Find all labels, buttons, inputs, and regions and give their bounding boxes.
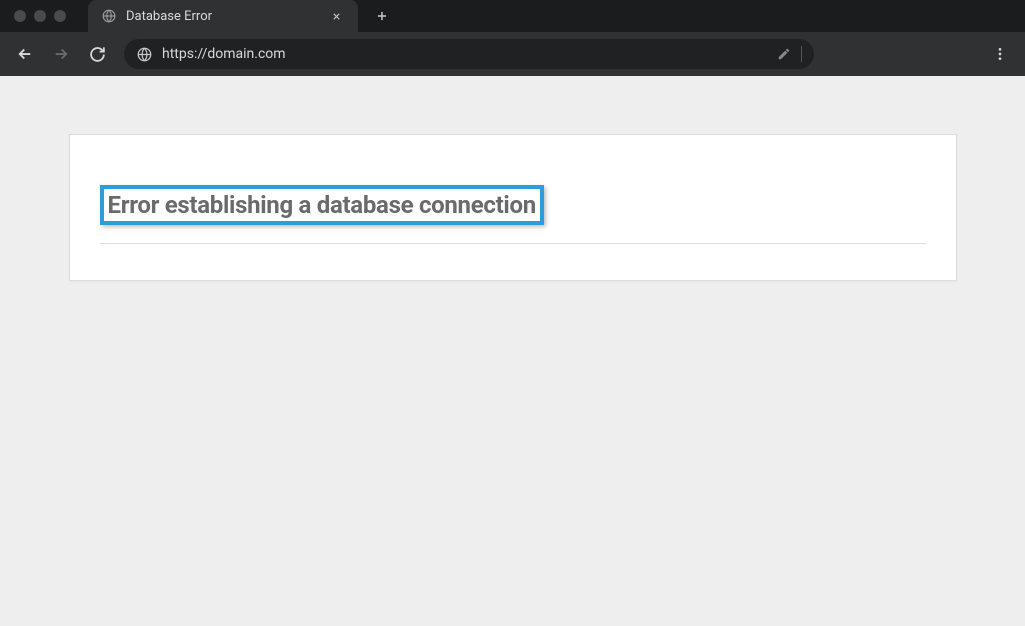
- new-tab-button[interactable]: [368, 2, 396, 30]
- forward-button[interactable]: [46, 39, 76, 69]
- divider-line: [100, 243, 926, 244]
- pencil-icon[interactable]: [777, 47, 791, 61]
- url-text: https://domain.com: [162, 46, 767, 62]
- window-maximize-dot[interactable]: [54, 10, 66, 22]
- back-button[interactable]: [10, 39, 40, 69]
- reload-button[interactable]: [82, 39, 112, 69]
- divider: [801, 46, 802, 62]
- window-close-dot[interactable]: [14, 10, 26, 22]
- browser-tab[interactable]: Database Error: [88, 0, 358, 32]
- error-card: Error establishing a database connection: [69, 134, 957, 281]
- address-bar-actions: [777, 46, 802, 62]
- window-minimize-dot[interactable]: [34, 10, 46, 22]
- close-icon[interactable]: [328, 8, 344, 24]
- page-viewport: Error establishing a database connection: [0, 76, 1025, 626]
- tab-bar: Database Error: [0, 0, 1025, 32]
- site-info-icon[interactable]: [136, 46, 152, 62]
- address-bar[interactable]: https://domain.com: [124, 39, 814, 69]
- browser-chrome: Database Error: [0, 0, 1025, 76]
- window-controls: [0, 10, 80, 22]
- tab-title: Database Error: [126, 9, 318, 24]
- toolbar: https://domain.com: [0, 32, 1025, 76]
- browser-menu-button[interactable]: [985, 39, 1015, 69]
- error-heading-highlight: Error establishing a database connection: [100, 185, 544, 225]
- globe-icon: [102, 9, 116, 23]
- error-heading: Error establishing a database connection: [108, 191, 536, 219]
